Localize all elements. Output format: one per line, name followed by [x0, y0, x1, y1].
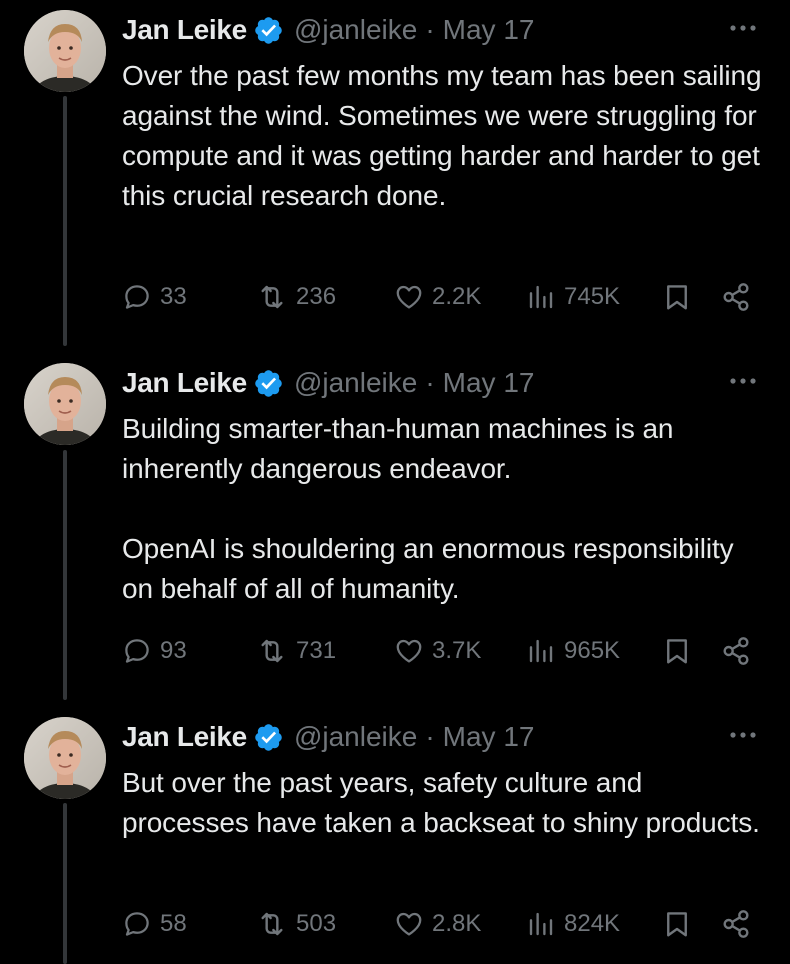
- share-icon: [720, 908, 752, 940]
- like-button[interactable]: 2.2K: [394, 277, 481, 317]
- tweet-date[interactable]: May 17: [443, 14, 535, 46]
- more-options-icon[interactable]: [728, 371, 758, 391]
- author-handle[interactable]: @janleike: [294, 721, 417, 753]
- bookmark-button[interactable]: [662, 277, 692, 317]
- bookmark-icon: [662, 909, 692, 939]
- more-options-icon[interactable]: [728, 725, 758, 745]
- bookmark-button[interactable]: [662, 904, 692, 944]
- views-button[interactable]: 824K: [526, 904, 620, 944]
- like-count: 2.8K: [432, 910, 482, 937]
- like-icon: [394, 282, 424, 312]
- tweet-text: But over the past years, safety culture …: [122, 767, 760, 838]
- repost-button[interactable]: 236: [256, 277, 336, 317]
- avatar[interactable]: [24, 717, 106, 799]
- bookmark-icon: [662, 282, 692, 312]
- bookmark-button[interactable]: [662, 631, 692, 671]
- verified-badge-icon[interactable]: [253, 368, 284, 399]
- like-icon: [394, 909, 424, 939]
- like-button[interactable]: 2.8K: [394, 904, 481, 944]
- share-button[interactable]: [720, 904, 752, 944]
- bookmark-icon: [662, 636, 692, 666]
- more-options-icon[interactable]: [728, 18, 758, 38]
- tweet-actions: 33 236 2.2K 745K: [122, 277, 762, 317]
- view-count: 965K: [564, 637, 621, 664]
- repost-button[interactable]: 503: [256, 904, 336, 944]
- share-icon: [720, 281, 752, 313]
- views-button[interactable]: 965K: [526, 631, 620, 671]
- author-name[interactable]: Jan Leike: [122, 367, 247, 399]
- views-icon: [526, 636, 556, 666]
- share-button[interactable]: [720, 277, 752, 317]
- separator-dot: ·: [425, 367, 435, 398]
- avatar[interactable]: [24, 10, 106, 92]
- verified-badge-icon[interactable]: [253, 15, 284, 46]
- tweet-date[interactable]: May 17: [443, 367, 535, 399]
- views-button[interactable]: 745K: [526, 277, 620, 317]
- like-count: 2.2K: [432, 283, 482, 310]
- reply-icon: [122, 909, 152, 939]
- like-icon: [394, 636, 424, 666]
- reply-count: 58: [160, 910, 187, 937]
- repost-icon: [256, 908, 288, 940]
- share-icon: [720, 635, 752, 667]
- share-button[interactable]: [720, 631, 752, 671]
- tweet-actions: 58 503 2.8K 824K: [122, 904, 762, 944]
- reply-icon: [122, 636, 152, 666]
- views-icon: [526, 909, 556, 939]
- repost-button[interactable]: 731: [256, 631, 336, 671]
- tweet-header: Jan Leike @janleike · May 17: [122, 10, 762, 50]
- reply-count: 33: [160, 283, 187, 310]
- reply-button[interactable]: 93: [122, 631, 187, 671]
- reply-icon: [122, 282, 152, 312]
- repost-icon: [256, 281, 288, 313]
- repost-count: 731: [296, 637, 337, 664]
- view-count: 745K: [564, 283, 621, 310]
- tweet-header: Jan Leike @janleike · May 17: [122, 363, 762, 403]
- author-name[interactable]: Jan Leike: [122, 14, 247, 46]
- views-icon: [526, 282, 556, 312]
- reply-count: 93: [160, 637, 187, 664]
- tweet-text: Building smarter-than-human machines is …: [122, 413, 734, 604]
- tweet-date[interactable]: May 17: [443, 721, 535, 753]
- author-name[interactable]: Jan Leike: [122, 721, 247, 753]
- tweet-thread: Jan Leike @janleike · May 17 Over the pa…: [0, 0, 790, 964]
- author-handle[interactable]: @janleike: [294, 14, 417, 46]
- reply-button[interactable]: 33: [122, 277, 187, 317]
- avatar[interactable]: [24, 363, 106, 445]
- tweet-header: Jan Leike @janleike · May 17: [122, 717, 762, 757]
- repost-count: 503: [296, 910, 337, 937]
- verified-badge-icon[interactable]: [253, 722, 284, 753]
- view-count: 824K: [564, 910, 621, 937]
- repost-icon: [256, 635, 288, 667]
- tweet-text: Over the past few months my team has bee…: [122, 60, 762, 211]
- reply-button[interactable]: 58: [122, 904, 187, 944]
- repost-count: 236: [296, 283, 337, 310]
- author-handle[interactable]: @janleike: [294, 367, 417, 399]
- tweet-actions: 93 731 3.7K 965K: [122, 631, 762, 671]
- like-button[interactable]: 3.7K: [394, 631, 481, 671]
- separator-dot: ·: [425, 721, 435, 752]
- separator-dot: ·: [425, 14, 435, 45]
- like-count: 3.7K: [432, 637, 482, 664]
